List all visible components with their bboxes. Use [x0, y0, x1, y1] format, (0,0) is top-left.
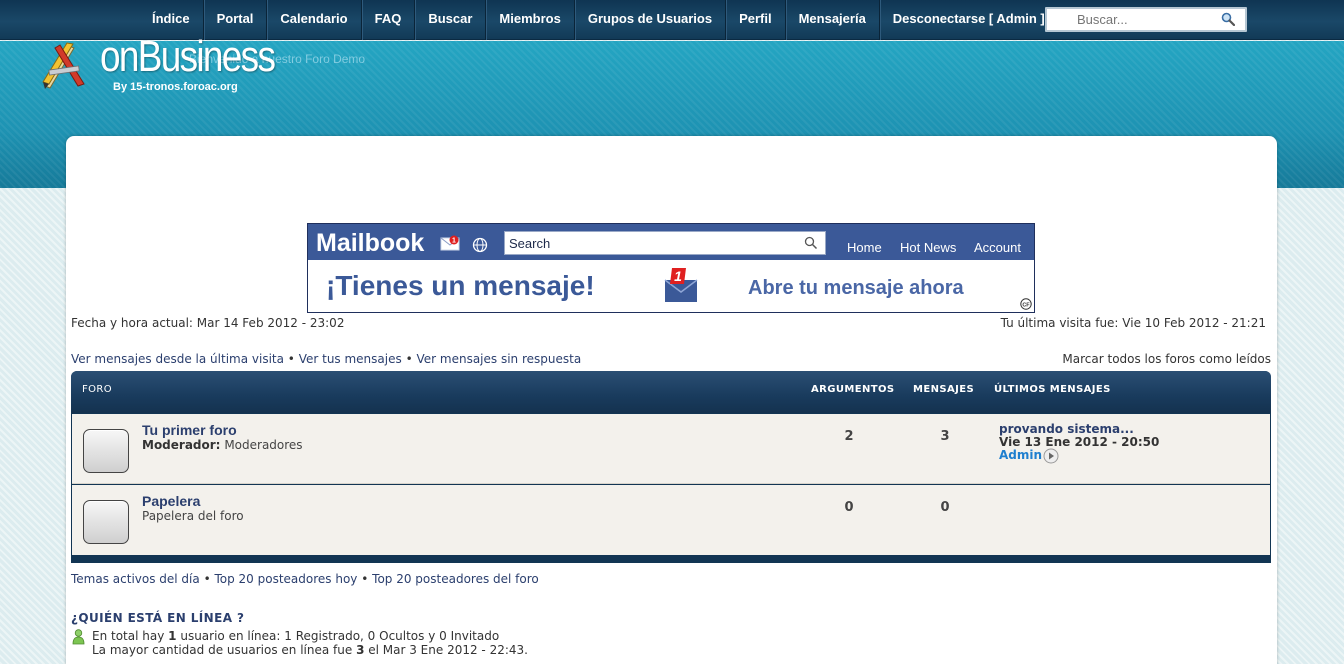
link-new-posts[interactable]: Ver mensajes desde la última visita — [71, 352, 284, 366]
header-posts: MENSAJES — [913, 384, 975, 395]
ad-banner-topbar: Mailbook 1 Search Home Hot News Account — [308, 224, 1034, 260]
post-count: 3 — [940, 429, 950, 444]
header-forum: FORO — [82, 384, 113, 395]
nav-item-grupos[interactable]: Grupos de Usuarios — [573, 0, 725, 40]
forum-table-header: FORO ARGUMENTOS MENSAJES ÚLTIMOS MENSAJE… — [71, 371, 1271, 413]
mailbook-ad-banner[interactable]: Mailbook 1 Search Home Hot News Account … — [307, 223, 1035, 313]
link-top-posters-forum[interactable]: Top 20 posteadores del foro — [372, 572, 539, 586]
forum-description: Papelera del foro — [142, 509, 244, 523]
link-active-topics[interactable]: Temas activos del día — [71, 572, 200, 586]
forum-title[interactable]: Tu primer foro — [142, 422, 237, 438]
last-visit: Tu última visita fue: Vie 10 Feb 2012 - … — [1000, 316, 1266, 330]
go-to-last-post-icon[interactable] — [1043, 448, 1059, 464]
forum-status-icon — [83, 500, 129, 544]
envelope-badge-icon: 1 — [664, 268, 698, 302]
header-last-posts: ÚLTIMOS MENSAJES — [994, 384, 1111, 395]
nav-item-mensajeria[interactable]: Mensajería — [784, 0, 879, 40]
ad-search-field: Search — [504, 231, 826, 255]
search-box — [1045, 7, 1247, 32]
search-icon — [804, 236, 818, 250]
link-top-posters-today[interactable]: Top 20 posteadores hoy — [214, 572, 357, 586]
nav-item-desconectarse[interactable]: Desconectarse [ Admin ] — [878, 0, 1058, 40]
topic-count: 0 — [844, 500, 854, 515]
ad-choices-icon[interactable]: CF — [1020, 298, 1032, 310]
site-logo[interactable]: onBusiness — [100, 32, 276, 82]
nav-item-calendario[interactable]: Calendario — [266, 0, 360, 40]
topic-count: 2 — [844, 429, 854, 444]
ad-headline: ¡Tienes un mensaje! — [326, 270, 595, 301]
link-your-posts[interactable]: Ver tus mensajes — [299, 352, 402, 366]
stats-links: Temas activos del día • Top 20 posteador… — [71, 572, 539, 586]
ad-call-to-action: Abre tu mensaje ahora — [748, 277, 964, 299]
nav-item-faq[interactable]: FAQ — [360, 0, 415, 40]
last-post-title[interactable]: provando sistema... — [999, 422, 1134, 436]
ad-search-text: Search — [509, 236, 551, 251]
svg-text:1: 1 — [452, 238, 456, 245]
globe-icon — [472, 237, 488, 253]
forum-moderator: Moderador: Moderadores — [142, 438, 303, 452]
forum-row: Tu primer foro Moderador: Moderadores 2 … — [72, 414, 1270, 484]
site-logo-subtitle: By 15-tronos.foroac.org — [113, 81, 238, 93]
nav-item-miembros[interactable]: Miembros — [485, 0, 573, 40]
forum-table: FORO ARGUMENTOS MENSAJES ÚLTIMOS MENSAJE… — [71, 371, 1271, 563]
svg-text:1: 1 — [674, 268, 682, 284]
ad-link-home: Home — [847, 240, 882, 255]
current-time: Fecha y hora actual: Mar 14 Feb 2012 - 2… — [71, 316, 345, 330]
nav-item-buscar[interactable]: Buscar — [414, 0, 485, 40]
ad-link-account: Account — [974, 240, 1021, 255]
ad-brand: Mailbook — [316, 229, 425, 257]
mail-notification-icon: 1 — [440, 235, 460, 251]
moderator-label: Moderador: — [142, 438, 221, 452]
ad-link-hot-news: Hot News — [900, 240, 957, 255]
pencil-ruler-icon — [42, 42, 85, 89]
moderator-link[interactable]: Moderadores — [224, 438, 302, 452]
search-input[interactable] — [1047, 9, 1217, 30]
users-online-icon — [72, 629, 85, 645]
online-record-line: La mayor cantidad de usuarios en línea f… — [92, 643, 528, 657]
nav-item-perfil[interactable]: Perfil — [725, 0, 785, 40]
forum-status-icon — [83, 429, 129, 473]
last-post-author[interactable]: Admin — [999, 448, 1042, 462]
nav-menu: Índice Portal Calendario FAQ Buscar Miem… — [139, 0, 1058, 40]
forum-title[interactable]: Papelera — [142, 493, 200, 509]
last-post-date: Vie 13 Ene 2012 - 20:50 — [999, 435, 1160, 449]
quick-links: Ver mensajes desde la última visita • Ve… — [71, 352, 582, 366]
forum-row: Papelera Papelera del foro 0 0 — [72, 485, 1270, 555]
post-count: 0 — [940, 500, 950, 515]
search-icon[interactable] — [1221, 12, 1235, 26]
svg-text:CF: CF — [1022, 302, 1030, 308]
who-is-online-title[interactable]: ¿QUIÉN ESTÁ EN LÍNEA ? — [71, 611, 244, 625]
mark-all-read-link[interactable]: Marcar todos los foros como leídos — [1062, 352, 1271, 366]
header-topics: ARGUMENTOS — [811, 384, 895, 395]
online-users-line: En total hay 1 usuario en línea: 1 Regis… — [92, 629, 500, 643]
link-unanswered[interactable]: Ver mensajes sin respuesta — [416, 352, 581, 366]
